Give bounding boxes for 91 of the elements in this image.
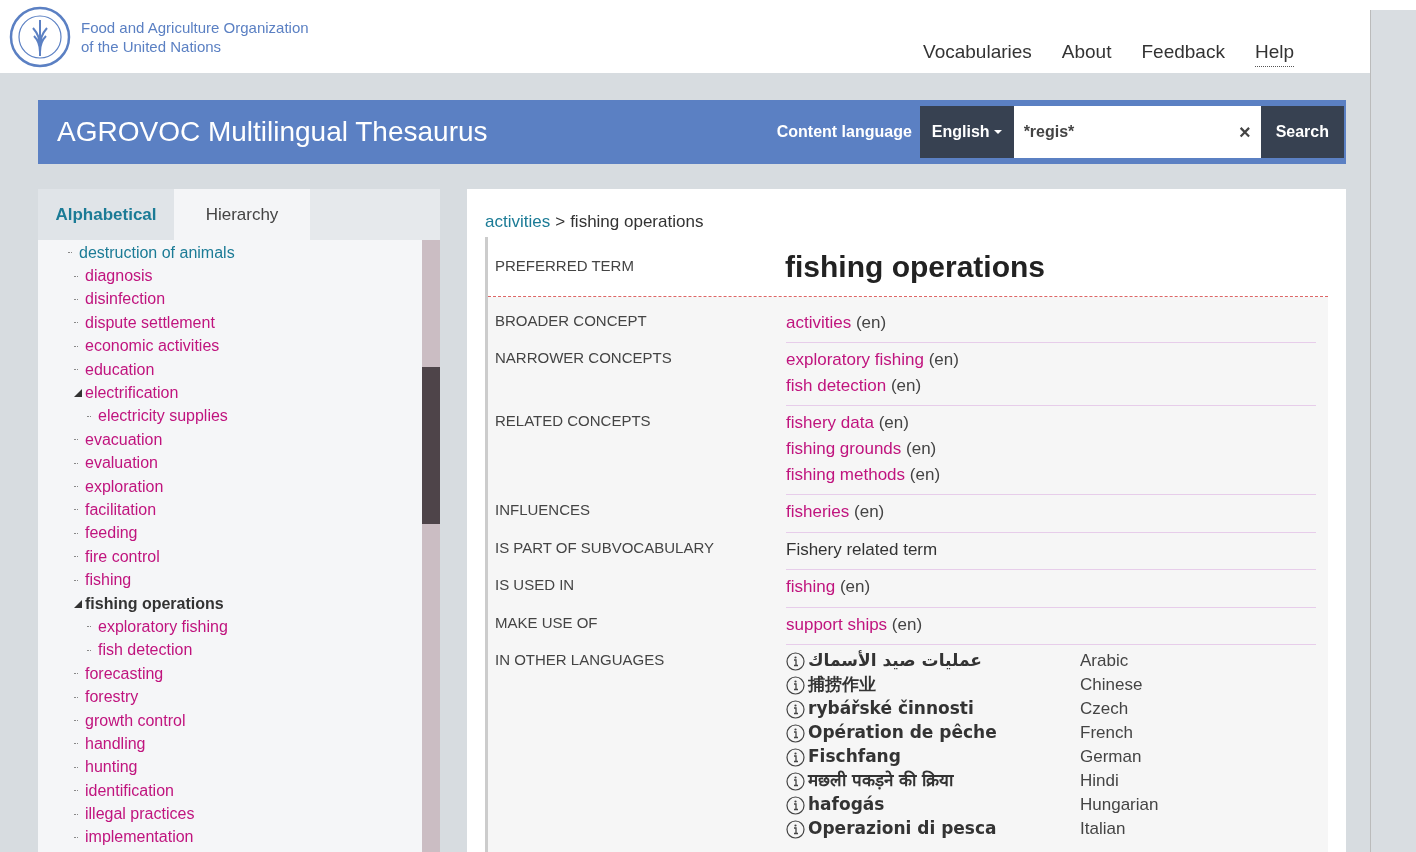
tree-item-link[interactable]: forestry: [85, 685, 139, 710]
translation-term: Fischfang: [808, 745, 901, 769]
concept-link[interactable]: fishing (en): [786, 577, 871, 596]
breadcrumb-current: fishing operations: [570, 211, 704, 233]
translation-term: عمليات صيد الأسماك: [808, 649, 982, 673]
search-button[interactable]: Search: [1260, 106, 1344, 158]
language-name: French: [1080, 722, 1133, 745]
property-label: INFLUENCES: [495, 500, 592, 520]
tree-item-link[interactable]: fishing: [85, 568, 132, 593]
property-label: MAKE USE OF: [495, 612, 599, 633]
triangle-icon[interactable]: [74, 389, 82, 398]
translation-term: 捕捞作业: [808, 673, 876, 697]
concept-link[interactable]: exploratory fishing (en): [786, 350, 959, 369]
concept-link[interactable]: fish detection (en): [786, 376, 922, 395]
tree-item-link[interactable]: electrification: [85, 381, 179, 406]
triangle-icon[interactable]: [74, 599, 82, 608]
tree-item-link[interactable]: facilitation: [85, 498, 157, 522]
tree-item-link[interactable]: evaluation: [85, 451, 158, 476]
language-name: Hindi: [1080, 770, 1119, 793]
tree-item-link[interactable]: disinfection: [85, 287, 166, 312]
property-label: NARROWER CONCEPTS: [495, 348, 673, 368]
concept-link[interactable]: fisheries (en): [786, 502, 885, 521]
clear-button[interactable]: ×: [1238, 117, 1251, 147]
info-icon[interactable]: [786, 771, 805, 791]
tree-item-link[interactable]: diagnosis: [85, 264, 153, 289]
info-icon[interactable]: [786, 651, 805, 671]
concept-link[interactable]: activities (en): [786, 312, 887, 332]
language-name: Chinese: [1080, 674, 1143, 697]
concept-link[interactable]: fishery data (en): [786, 413, 909, 432]
language-name: Hungarian: [1080, 794, 1159, 817]
tree-item-link[interactable]: exploration: [85, 474, 164, 499]
info-icon[interactable]: [786, 675, 805, 695]
subvocabulary-value: Fishery related term: [786, 539, 938, 559]
tree-item-link[interactable]: evacuation: [85, 427, 163, 452]
translation-term: मछली पकड़ने की क्रिया: [808, 769, 953, 793]
nav-link[interactable]: About: [1061, 37, 1112, 68]
info-icon[interactable]: [786, 699, 805, 719]
tree-item-link[interactable]: fish detection: [98, 638, 193, 663]
tree-item-link[interactable]: destruction of animals: [79, 240, 235, 265]
language-name: Italian: [1080, 818, 1126, 841]
translation-term: hafogás: [808, 793, 885, 817]
breadcrumb-link[interactable]: activities: [485, 209, 551, 235]
property-label: PREFERRED TERM: [495, 255, 635, 276]
preferred-term-heading: fishing operations: [785, 248, 1045, 285]
tree-item-link[interactable]: exploratory fishing: [98, 614, 228, 639]
logo-icon: [9, 5, 71, 68]
organization-name: Food and Agriculture Organization: [81, 17, 309, 37]
tree-item-link[interactable]: feeding: [85, 521, 138, 546]
translation-term: Operazioni di pesca: [808, 817, 997, 841]
content-language-label: Content language: [776, 122, 912, 142]
translation-term: Opération de pêche: [808, 721, 997, 745]
breadcrumb-separator: >: [555, 211, 566, 233]
language-dropdown[interactable]: English: [919, 106, 1014, 158]
language-name: Czech: [1080, 698, 1129, 721]
organization-name: of the United Nations: [81, 36, 223, 56]
tree-item-link[interactable]: identification: [85, 778, 174, 803]
tree-item-link[interactable]: education: [85, 357, 155, 382]
language-name: German: [1080, 746, 1142, 769]
nav-link[interactable]: Vocabularies: [923, 37, 1032, 68]
tree-item-link[interactable]: handling: [85, 731, 146, 756]
info-icon[interactable]: [786, 723, 805, 743]
tree-item-link[interactable]: implementation: [85, 825, 194, 850]
sidebar-tab[interactable]: Alphabetical: [38, 189, 174, 240]
property-label: IN OTHER LANGUAGES: [495, 650, 666, 670]
tree-item-link[interactable]: hunting: [85, 755, 138, 780]
nav-link[interactable]: Feedback: [1141, 37, 1225, 68]
nav-link[interactable]: Help: [1254, 37, 1294, 68]
scrollbar-thumb[interactable]: [422, 367, 440, 524]
info-icon[interactable]: [786, 819, 805, 839]
tree-item-link[interactable]: fire control: [85, 544, 160, 569]
property-label: BROADER CONCEPT: [495, 310, 648, 331]
concept-link[interactable]: fishing grounds (en): [786, 439, 937, 458]
info-icon[interactable]: [786, 747, 805, 767]
property-label: IS USED IN: [495, 575, 576, 595]
sidebar-tab[interactable]: Hierarchy: [174, 189, 310, 240]
info-icon[interactable]: [786, 795, 805, 815]
search-field[interactable]: *regis* ×: [1013, 106, 1261, 158]
property-label: RELATED CONCEPTS: [495, 411, 652, 431]
translation-term: rybářské činnosti: [808, 697, 974, 721]
tree-item-link[interactable]: electricity supplies: [98, 404, 228, 429]
tree-item-link[interactable]: growth control: [85, 708, 186, 733]
language-name: Arabic: [1080, 650, 1129, 673]
concept-link[interactable]: support ships (en): [786, 614, 923, 634]
tree-item-link[interactable]: fishing operations: [85, 591, 224, 616]
tree-item-link[interactable]: illegal practices: [85, 802, 195, 827]
tree-item-link[interactable]: forecasting: [85, 661, 164, 686]
tree-item-link[interactable]: dispute settlement: [85, 310, 215, 335]
site-title: AGROVOC Multilingual Thesaurus: [57, 115, 488, 149]
property-label: IS PART OF SUBVOCABULARY: [495, 537, 715, 558]
concept-link[interactable]: fishing methods (en): [786, 465, 941, 484]
tree-item-link[interactable]: economic activities: [85, 334, 220, 359]
